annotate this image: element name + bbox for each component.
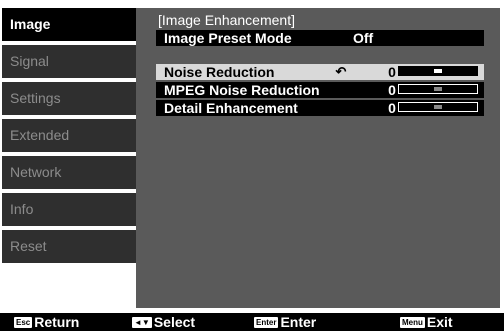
noise-reduction-label: Noise Reduction	[164, 64, 275, 80]
detail-enhancement-label: Detail Enhancement	[164, 100, 298, 116]
sidebar-item-info[interactable]: Info	[2, 193, 136, 226]
image-preset-mode-value: Off	[353, 30, 374, 46]
projector-menu-screen: Image Signal Settings Extended Network I…	[0, 0, 504, 313]
hint-select-label: Select	[153, 314, 196, 330]
detail-enhancement-row[interactable]: Detail Enhancement 0	[156, 100, 484, 116]
noise-reduction-row[interactable]: Noise Reduction ↶ 0	[156, 64, 484, 80]
hint-exit-label: Exit	[426, 314, 453, 330]
noise-reduction-slider[interactable]	[398, 66, 478, 76]
mpeg-noise-reduction-label: MPEG Noise Reduction	[164, 82, 320, 98]
detail-enhancement-slider[interactable]	[398, 102, 478, 112]
enter-key-icon: Enter	[254, 316, 279, 328]
hint-return-label: Return	[34, 314, 80, 330]
hint-return: Esc Return	[14, 313, 79, 331]
slider-thumb[interactable]	[434, 87, 442, 91]
hint-enter: Enter Enter	[254, 313, 316, 331]
arrow-keys-icon: ◄▼	[132, 316, 152, 328]
sidebar-item-reset[interactable]: Reset	[2, 230, 136, 263]
reset-icon: ↶	[335, 64, 347, 79]
mpeg-noise-reduction-slider[interactable]	[398, 84, 478, 94]
mpeg-noise-reduction-row[interactable]: MPEG Noise Reduction 0	[156, 82, 484, 98]
panel-title: [Image Enhancement]	[158, 12, 295, 28]
slider-thumb[interactable]	[434, 69, 442, 73]
slider-thumb[interactable]	[434, 105, 442, 109]
sidebar-item-extended[interactable]: Extended	[2, 119, 136, 152]
hint-exit: Menu Exit	[400, 313, 453, 331]
key-hint-bar: Esc Return ◄▼ Select Enter Enter Menu Ex…	[0, 313, 504, 331]
sidebar-item-signal[interactable]: Signal	[2, 45, 136, 78]
sidebar-item-settings[interactable]: Settings	[2, 82, 136, 115]
hint-enter-label: Enter	[280, 314, 317, 330]
menu-key-icon: Menu	[400, 316, 425, 328]
esc-key-icon: Esc	[14, 316, 33, 328]
sidebar-item-image[interactable]: Image	[2, 8, 136, 41]
sidebar-item-network[interactable]: Network	[2, 156, 136, 189]
hint-select: ◄▼ Select	[132, 313, 195, 331]
image-preset-mode-row[interactable]: Image Preset Mode Off	[156, 30, 484, 46]
settings-panel: [Image Enhancement] Image Preset Mode Of…	[136, 8, 500, 308]
image-preset-mode-label: Image Preset Mode	[164, 30, 292, 46]
